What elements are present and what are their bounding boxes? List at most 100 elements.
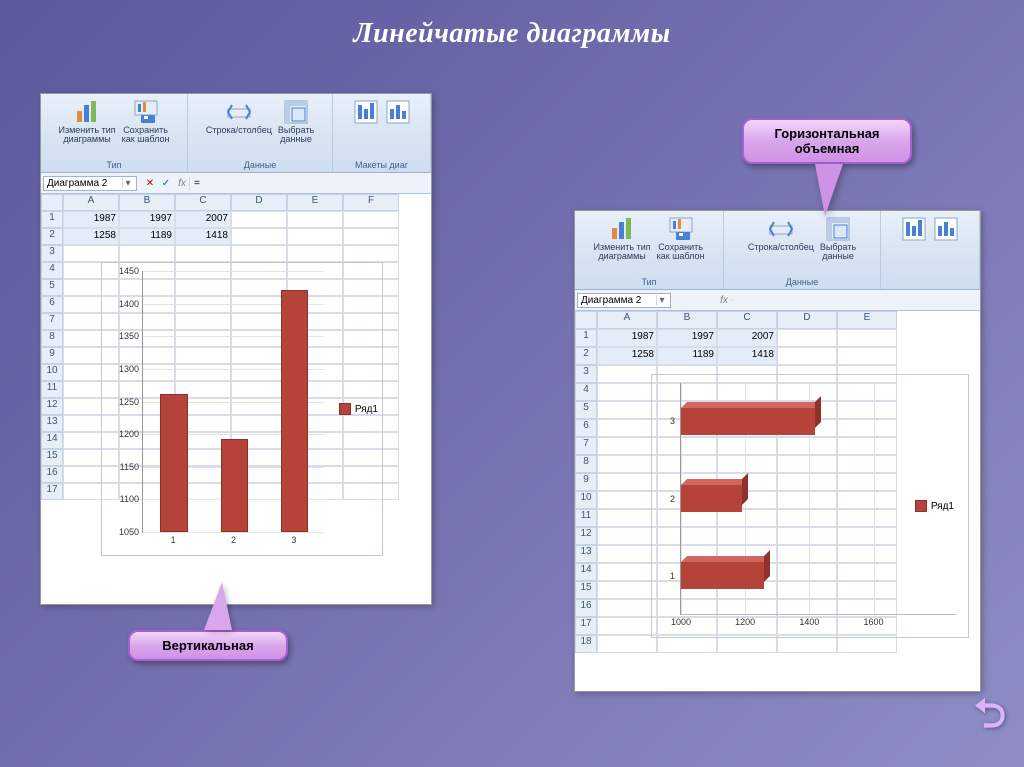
cell[interactable] xyxy=(597,419,657,437)
cell[interactable] xyxy=(231,245,287,262)
cell[interactable] xyxy=(597,509,657,527)
row-header[interactable]: 5 xyxy=(575,401,597,419)
cell[interactable] xyxy=(597,365,657,383)
select-data-button[interactable]: Выбрать данные xyxy=(819,215,857,263)
cell[interactable] xyxy=(231,228,287,245)
cell[interactable] xyxy=(597,635,657,653)
row-header[interactable]: 9 xyxy=(575,473,597,491)
column-header[interactable]: A xyxy=(597,311,657,329)
column-header[interactable]: C xyxy=(175,194,231,211)
change-chart-type-button[interactable]: Изменить тип диаграммы xyxy=(592,215,651,263)
row-header[interactable]: 3 xyxy=(575,365,597,383)
cell[interactable]: 2007 xyxy=(175,211,231,228)
row-header[interactable]: 11 xyxy=(575,509,597,527)
column-header[interactable]: B xyxy=(119,194,175,211)
row-header[interactable]: 13 xyxy=(575,545,597,563)
cell[interactable] xyxy=(597,401,657,419)
cell[interactable] xyxy=(343,245,399,262)
row-header[interactable]: 7 xyxy=(575,437,597,455)
cell[interactable]: 1987 xyxy=(597,329,657,347)
row-header[interactable]: 11 xyxy=(41,381,63,398)
row-header[interactable]: 8 xyxy=(41,330,63,347)
cell[interactable] xyxy=(837,347,897,365)
cell[interactable] xyxy=(597,383,657,401)
formula-input[interactable] xyxy=(731,299,980,301)
cell[interactable] xyxy=(597,527,657,545)
back-arrow-icon[interactable]: ⮌ xyxy=(974,685,1006,753)
column-header[interactable]: D xyxy=(231,194,287,211)
name-box[interactable]: Диаграмма 2▾ xyxy=(43,176,137,191)
cell[interactable]: 1418 xyxy=(175,228,231,245)
row-header[interactable]: 14 xyxy=(575,563,597,581)
accept-formula-icon[interactable]: ✓ xyxy=(159,178,173,189)
fx-icon[interactable]: fx xyxy=(717,295,731,306)
chart-layout-button[interactable] xyxy=(900,215,928,243)
cell[interactable] xyxy=(231,211,287,228)
cell[interactable]: 1189 xyxy=(119,228,175,245)
cell[interactable] xyxy=(597,617,657,635)
cell[interactable] xyxy=(597,563,657,581)
cell[interactable] xyxy=(63,245,119,262)
cell[interactable]: 1997 xyxy=(657,329,717,347)
select-all-corner[interactable] xyxy=(41,194,63,211)
row-header[interactable]: 17 xyxy=(575,617,597,635)
cell[interactable] xyxy=(597,455,657,473)
embedded-chart-vertical[interactable]: 105011001150120012501300135014001450123 … xyxy=(101,262,383,556)
cancel-formula-icon[interactable]: ✕ xyxy=(143,178,157,189)
cell[interactable] xyxy=(597,437,657,455)
cell[interactable]: 1258 xyxy=(63,228,119,245)
cell[interactable] xyxy=(175,245,231,262)
cell[interactable] xyxy=(837,329,897,347)
row-header[interactable]: 15 xyxy=(575,581,597,599)
row-header[interactable]: 1 xyxy=(575,329,597,347)
cell[interactable] xyxy=(119,245,175,262)
switch-rowcol-button[interactable]: Строка/столбец xyxy=(205,98,273,136)
column-header[interactable]: F xyxy=(343,194,399,211)
select-data-button[interactable]: Выбрать данные xyxy=(277,98,315,146)
cell[interactable]: 1189 xyxy=(657,347,717,365)
row-header[interactable]: 17 xyxy=(41,483,63,500)
switch-rowcol-button[interactable]: Строка/столбец xyxy=(747,215,815,253)
cell[interactable]: 1418 xyxy=(717,347,777,365)
row-header[interactable]: 6 xyxy=(41,296,63,313)
formula-input[interactable]: = xyxy=(189,177,431,190)
row-header[interactable]: 14 xyxy=(41,432,63,449)
row-header[interactable]: 18 xyxy=(575,635,597,653)
row-header[interactable]: 4 xyxy=(41,262,63,279)
cell[interactable] xyxy=(343,228,399,245)
row-header[interactable]: 12 xyxy=(575,527,597,545)
cell[interactable] xyxy=(343,211,399,228)
column-header[interactable]: D xyxy=(777,311,837,329)
chart-layout-button[interactable] xyxy=(932,215,960,243)
row-header[interactable]: 16 xyxy=(575,599,597,617)
row-header[interactable]: 5 xyxy=(41,279,63,296)
column-header[interactable]: C xyxy=(717,311,777,329)
row-header[interactable]: 3 xyxy=(41,245,63,262)
cell[interactable] xyxy=(597,491,657,509)
save-template-button[interactable]: Сохранить как шаблон xyxy=(121,98,171,146)
cell[interactable] xyxy=(287,245,343,262)
chart-layout-button[interactable] xyxy=(384,98,412,126)
cell[interactable] xyxy=(287,228,343,245)
cell[interactable]: 1987 xyxy=(63,211,119,228)
row-header[interactable]: 6 xyxy=(575,419,597,437)
cell[interactable] xyxy=(597,599,657,617)
row-header[interactable]: 7 xyxy=(41,313,63,330)
row-header[interactable]: 10 xyxy=(575,491,597,509)
embedded-chart-horizontal-3d[interactable]: 1000120014001600123 Ряд1 xyxy=(651,374,969,638)
row-header[interactable]: 9 xyxy=(41,347,63,364)
change-chart-type-button[interactable]: Изменить тип диаграммы xyxy=(57,98,116,146)
cell[interactable]: 1997 xyxy=(119,211,175,228)
cell[interactable]: 2007 xyxy=(717,329,777,347)
row-header[interactable]: 16 xyxy=(41,466,63,483)
row-header[interactable]: 15 xyxy=(41,449,63,466)
cell[interactable] xyxy=(597,473,657,491)
save-template-button[interactable]: Сохранить как шаблон xyxy=(656,215,706,263)
chart-layout-button[interactable] xyxy=(352,98,380,126)
column-header[interactable]: E xyxy=(287,194,343,211)
name-box[interactable]: Диаграмма 2▾ xyxy=(577,293,671,308)
column-header[interactable]: E xyxy=(837,311,897,329)
cell[interactable]: 1258 xyxy=(597,347,657,365)
row-header[interactable]: 4 xyxy=(575,383,597,401)
row-header[interactable]: 12 xyxy=(41,398,63,415)
